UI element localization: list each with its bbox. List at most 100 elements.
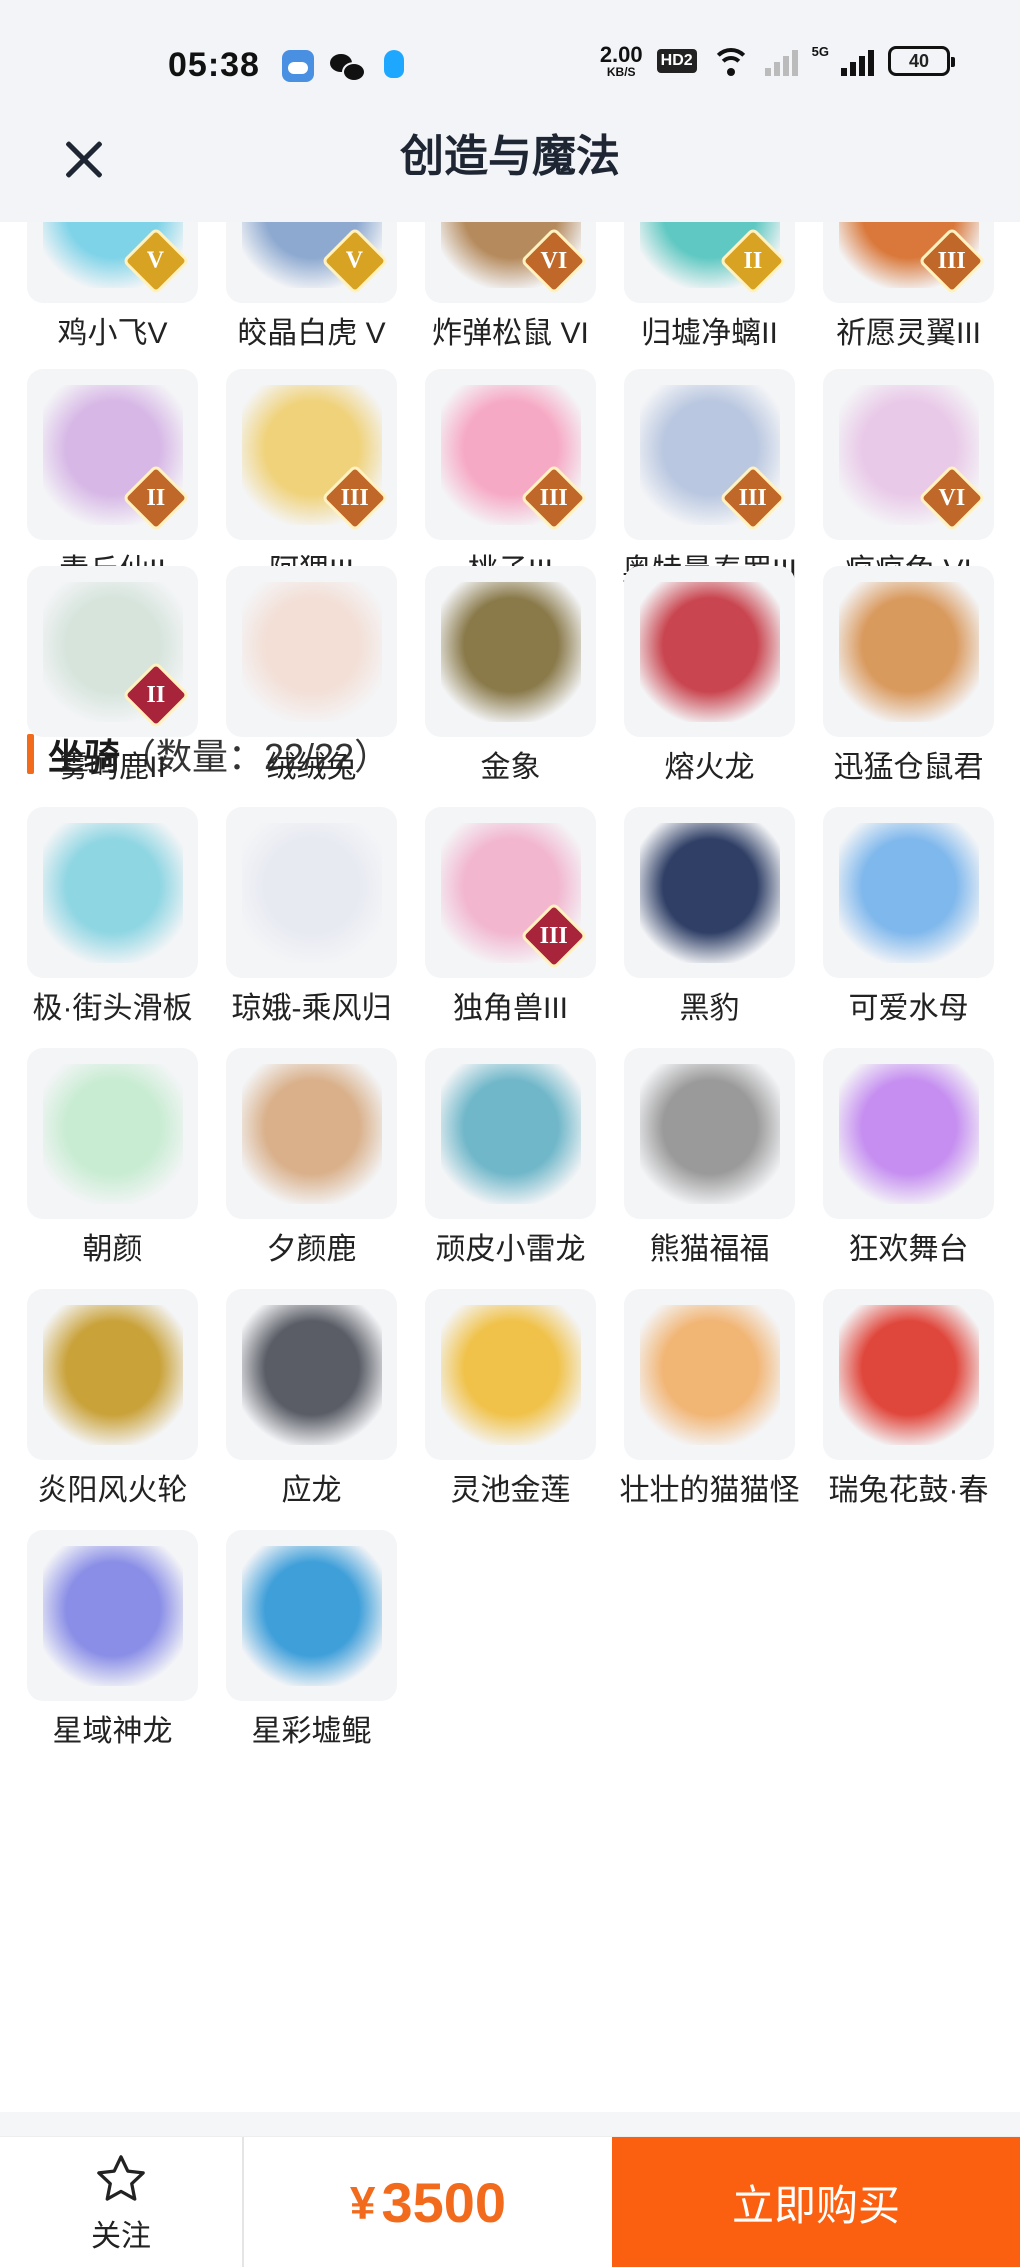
mounts-grid: II 雾屿鹿II 绒绒兔 金象 熔火龙 迅猛仓鼠君极·街头滑板 琼娥-乘风归 III 独角兽II… bbox=[27, 566, 997, 1753]
mount-card-thumbnail bbox=[27, 1530, 198, 1701]
mount-card-thumbnail: III bbox=[425, 807, 596, 978]
network-speed: 2.00 KB/S bbox=[599, 42, 643, 79]
mount-card-name: 极·街头滑板 bbox=[32, 992, 193, 1025]
mount-card-image bbox=[639, 1063, 780, 1204]
pet-card[interactable]: III阿狸III bbox=[226, 369, 397, 592]
mount-card-name: 夕颜鹿 bbox=[266, 1233, 357, 1266]
status-time: 05:38 bbox=[168, 46, 260, 84]
mount-card-name: 独角兽III bbox=[452, 992, 568, 1025]
mount-card[interactable]: 应龙 bbox=[226, 1289, 397, 1512]
mount-card-thumbnail bbox=[226, 807, 397, 978]
mount-card-image bbox=[838, 581, 979, 722]
pet-card-thumbnail: III bbox=[823, 222, 994, 303]
mount-card-name: 星彩墟鲲 bbox=[251, 1715, 372, 1748]
mount-card-thumbnail bbox=[425, 566, 596, 737]
pet-card-thumbnail: V bbox=[226, 222, 397, 303]
pet-card-thumbnail: II bbox=[624, 222, 795, 303]
mount-card-name: 灵池金莲 bbox=[450, 1474, 571, 1507]
mount-card-name: 应龙 bbox=[281, 1474, 342, 1507]
pet-card[interactable]: V 鸡小飞V bbox=[27, 222, 198, 355]
mount-card-image bbox=[241, 822, 382, 963]
tier-badge-label: VI bbox=[938, 484, 966, 511]
pet-card[interactable]: III桃子III bbox=[425, 369, 596, 592]
mount-card[interactable]: 朝颜 bbox=[27, 1048, 198, 1271]
signal-icon-sim1 bbox=[764, 46, 798, 76]
mount-card-image bbox=[42, 1545, 183, 1686]
battery-level: 40 bbox=[908, 50, 930, 71]
status-app-icons bbox=[282, 50, 410, 82]
mount-card[interactable]: 可爱水母 bbox=[823, 807, 994, 1030]
mount-card-name: 金象 bbox=[480, 751, 541, 784]
mount-card-thumbnail bbox=[226, 1048, 397, 1219]
pet-card[interactable]: III 祈愿灵翼III bbox=[823, 222, 994, 355]
mount-card-name: 顽皮小雷龙 bbox=[435, 1233, 586, 1266]
mount-card[interactable]: 顽皮小雷龙 bbox=[425, 1048, 596, 1271]
mount-card[interactable]: 夕颜鹿 bbox=[226, 1048, 397, 1271]
mount-card[interactable]: 瑞兔花鼓·春 bbox=[823, 1289, 994, 1512]
mount-card-thumbnail bbox=[27, 1048, 198, 1219]
mount-card[interactable]: 琼娥-乘风归 bbox=[226, 807, 397, 1030]
pet-card[interactable]: VI疯疯兔 VI bbox=[823, 369, 994, 592]
mount-card-image bbox=[241, 1063, 382, 1204]
mount-card[interactable]: 极·街头滑板 bbox=[27, 807, 198, 1030]
pet-card[interactable]: II青丘仙II bbox=[27, 369, 198, 592]
status-bar: 05:38 2.00 KB/S HD2 5G 40 bbox=[0, 0, 1020, 118]
pet-card-name: 鸡小飞V bbox=[57, 317, 168, 350]
mount-card-image bbox=[241, 1545, 382, 1686]
pets-grid: V 鸡小飞V V 皎晶白虎 V VI 炸弹松鼠 VI II 归墟净螭II III 祈愿灵翼III I… bbox=[27, 222, 997, 592]
mount-card-thumbnail bbox=[226, 566, 397, 737]
mount-card-name: 熊猫福福 bbox=[649, 1233, 770, 1266]
mount-card[interactable]: 星域神龙 bbox=[27, 1530, 198, 1753]
mount-card[interactable]: 熔火龙 bbox=[624, 566, 795, 789]
pet-card-name: 炸弹松鼠 VI bbox=[432, 317, 589, 350]
pet-card[interactable]: V 皎晶白虎 V bbox=[226, 222, 397, 355]
mount-card-name: 朝颜 bbox=[82, 1233, 143, 1266]
mount-card-image bbox=[241, 581, 382, 722]
mount-card[interactable]: 狂欢舞台 bbox=[823, 1048, 994, 1271]
mount-card[interactable]: 黑豹 bbox=[624, 807, 795, 1030]
mount-card-name: 黑豹 bbox=[679, 992, 740, 1025]
mount-card-image bbox=[440, 581, 581, 722]
pet-card[interactable]: III奥特曼泰罗III bbox=[622, 369, 797, 592]
mount-card[interactable]: 金象 bbox=[425, 566, 596, 789]
mount-card[interactable]: 星彩墟鲲 bbox=[226, 1530, 397, 1753]
network-speed-value: 2.00 bbox=[599, 42, 643, 67]
content-scroll[interactable]: V 鸡小飞V V 皎晶白虎 V VI 炸弹松鼠 VI II 归墟净螭II III 祈愿灵翼III I… bbox=[0, 222, 1020, 2136]
mount-card[interactable]: III 独角兽III bbox=[425, 807, 596, 1030]
star-icon bbox=[97, 2154, 145, 2201]
mount-card[interactable]: 炎阳风火轮 bbox=[27, 1289, 198, 1512]
mount-card[interactable]: 迅猛仓鼠君 bbox=[823, 566, 994, 789]
network-type: 5G bbox=[811, 44, 829, 59]
pet-card-name: 归墟净螭II bbox=[641, 317, 778, 350]
pet-card[interactable]: VI 炸弹松鼠 VI bbox=[425, 222, 596, 355]
mount-card[interactable]: 绒绒兔 bbox=[226, 566, 397, 789]
wechat-icon bbox=[330, 50, 366, 82]
tier-badge-label: VI bbox=[540, 247, 568, 274]
mount-card-image bbox=[838, 1304, 979, 1445]
qq-icon bbox=[378, 50, 410, 82]
pet-card-thumbnail: III bbox=[226, 369, 397, 540]
mount-card[interactable]: 熊猫福福 bbox=[624, 1048, 795, 1271]
mount-card[interactable]: 灵池金莲 bbox=[425, 1289, 596, 1512]
mount-card-image bbox=[42, 1063, 183, 1204]
mount-card-image bbox=[440, 1063, 581, 1204]
mount-card-thumbnail bbox=[823, 1289, 994, 1460]
pet-card[interactable]: II 归墟净螭II bbox=[624, 222, 795, 355]
mount-card-thumbnail bbox=[226, 1289, 397, 1460]
mount-card[interactable]: 壮壮的猫猫怪 bbox=[620, 1289, 800, 1512]
tier-badge-label: V bbox=[346, 247, 364, 274]
mount-card-name: 雾屿鹿II bbox=[59, 751, 166, 784]
bottom-bar: 关注 ¥ 3500 立即购买 bbox=[0, 2136, 1020, 2267]
currency-symbol: ¥ bbox=[349, 2176, 376, 2229]
buy-now-button[interactable]: 立即购买 bbox=[612, 2137, 1020, 2267]
price-value: 3500 bbox=[381, 2171, 507, 2234]
mount-card-thumbnail bbox=[27, 1289, 198, 1460]
status-indicators: 2.00 KB/S HD2 5G 40 bbox=[599, 42, 955, 79]
mount-card-thumbnail bbox=[823, 1048, 994, 1219]
follow-button[interactable]: 关注 bbox=[0, 2137, 244, 2267]
tier-badge-label: III bbox=[937, 247, 967, 274]
pet-card-thumbnail: VI bbox=[823, 369, 994, 540]
mount-card-name: 壮壮的猫猫怪 bbox=[619, 1474, 800, 1507]
mount-card[interactable]: II 雾屿鹿II bbox=[27, 566, 198, 789]
mount-card-image bbox=[42, 1304, 183, 1445]
